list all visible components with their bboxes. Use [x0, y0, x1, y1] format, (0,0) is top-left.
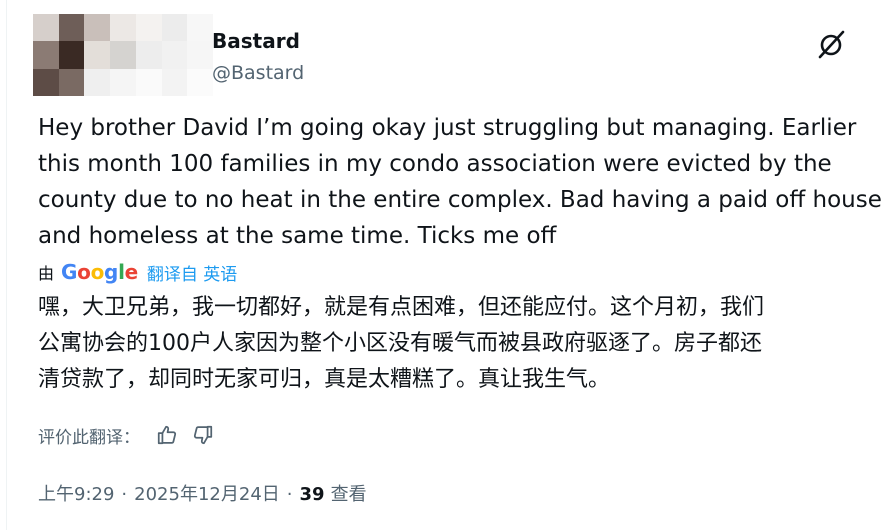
- post-metadata: 上午9:29 · 2025年12月24日 · 39 查看: [38, 480, 367, 506]
- avatar-mosaic-cell: [84, 41, 111, 69]
- separator-dot: ·: [121, 484, 128, 505]
- avatar-mosaic-cell: [110, 68, 136, 96]
- thumbs-up-button[interactable]: [152, 420, 182, 450]
- column-divider: [6, 0, 7, 530]
- avatar-mosaic-cell: [58, 14, 85, 42]
- thumbs-down-button[interactable]: [188, 420, 218, 450]
- grok-slash-icon: [818, 30, 845, 59]
- post-time[interactable]: 上午9:29: [38, 480, 114, 506]
- avatar-mosaic-cell: [187, 41, 213, 69]
- grok-button[interactable]: [812, 24, 852, 64]
- avatar-mosaic-cell: [33, 41, 59, 69]
- avatar-mosaic-cell: [84, 68, 111, 96]
- avatar-mosaic-cell: [135, 14, 162, 42]
- avatar-mosaic-cell: [33, 14, 59, 42]
- avatar-mosaic-cell: [33, 68, 59, 96]
- rate-translation: 评价此翻译：: [38, 420, 224, 450]
- avatar-mosaic-cell: [161, 14, 188, 42]
- thumbs-up-icon: [157, 425, 177, 445]
- views-label: 查看: [330, 484, 367, 505]
- avatar[interactable]: [33, 14, 213, 96]
- google-logo-letter: o: [77, 260, 91, 284]
- translated-from-link[interactable]: 翻译自 英语: [147, 260, 237, 285]
- rate-translation-label: 评价此翻译：: [38, 427, 140, 448]
- avatar-mosaic-cell: [161, 68, 188, 96]
- avatar-mosaic-cell: [58, 68, 85, 96]
- display-name[interactable]: Bastard: [212, 29, 300, 53]
- avatar-mosaic-cell: [187, 68, 213, 96]
- by-label: 由: [38, 264, 55, 283]
- google-logo-letter: e: [124, 260, 139, 284]
- translation-attribution: 由 Google 翻译自 英语: [38, 258, 237, 286]
- avatar-mosaic-cell: [135, 41, 162, 69]
- separator-dot: ·: [286, 484, 293, 505]
- avatar-mosaic-cell: [161, 41, 188, 69]
- avatar-mosaic-cell: [135, 68, 162, 96]
- avatar-mosaic-cell: [187, 14, 213, 42]
- post-date[interactable]: 2025年12月24日: [134, 480, 280, 506]
- google-logo-letter: o: [90, 260, 105, 284]
- avatar-mosaic-cell: [58, 41, 85, 69]
- translated-text: 嘿，大卫兄弟，我一切都好，就是有点困难，但还能应付。这个月初，我们 公寓协会的1…: [38, 295, 765, 392]
- avatar-mosaic-cell: [110, 14, 136, 42]
- avatar-mosaic-cell: [110, 41, 136, 69]
- google-logo-letter: g: [104, 260, 119, 284]
- user-handle[interactable]: @Bastard: [212, 62, 304, 84]
- avatar-mosaic-cell: [84, 14, 111, 42]
- google-logo-letter: G: [61, 260, 78, 284]
- views-count: 39: [299, 484, 325, 505]
- google-logo: Google: [61, 260, 138, 284]
- post-text: Hey brother David I’m going okay just st…: [38, 115, 882, 249]
- thumbs-down-icon: [193, 425, 213, 445]
